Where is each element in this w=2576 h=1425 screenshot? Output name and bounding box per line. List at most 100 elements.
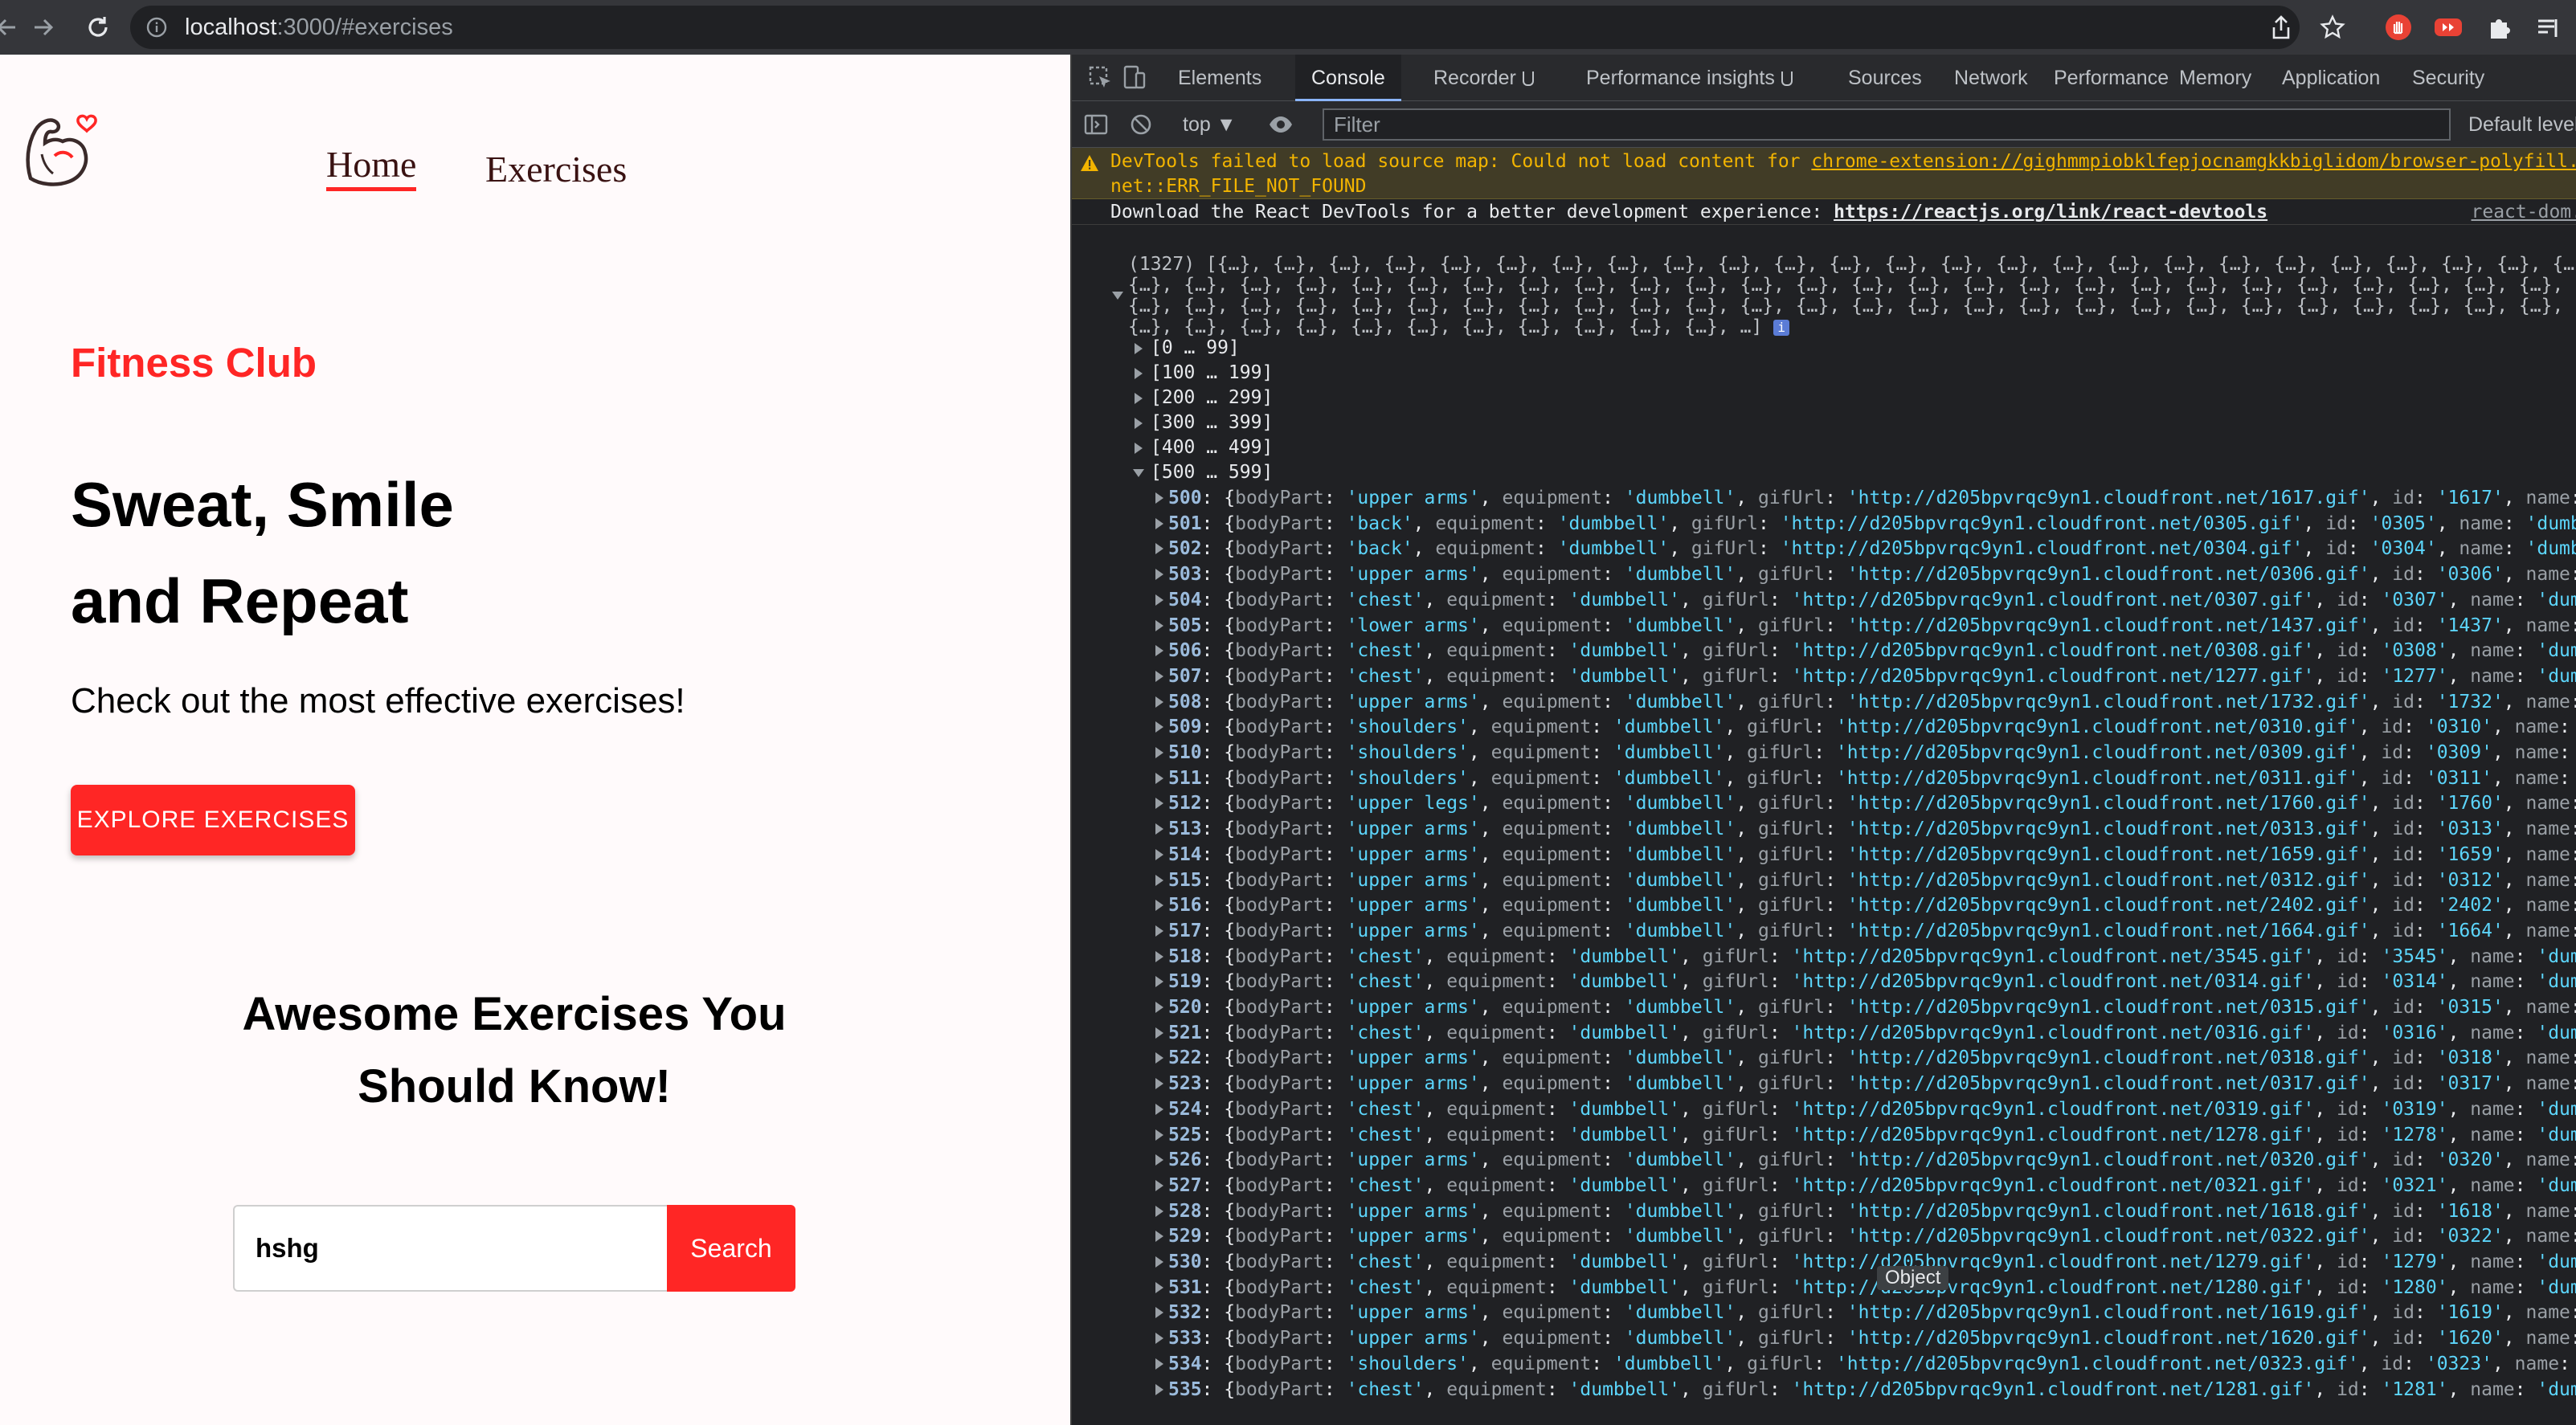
range-500-599[interactable]: [500 … 599] <box>1151 460 1273 485</box>
expand-object-icon[interactable] <box>1155 950 1163 962</box>
tab-security[interactable]: Security <box>2396 55 2500 101</box>
console-object-row[interactable]: 515: {bodyPart: 'upper arms', equipment:… <box>1072 868 2576 893</box>
device-toolbar-icon[interactable] <box>1122 65 1147 91</box>
tab-elements[interactable]: Elements <box>1162 55 1278 101</box>
console-object-row[interactable]: 513: {bodyPart: 'upper arms', equipment:… <box>1072 816 2576 842</box>
expand-object-icon[interactable] <box>1155 823 1163 835</box>
expand-object-icon[interactable] <box>1155 1103 1163 1115</box>
console-object-row[interactable]: 535: {bodyPart: 'chest', equipment: 'dum… <box>1072 1377 2576 1403</box>
tab-network[interactable]: Network <box>1938 55 2044 101</box>
reload-button[interactable] <box>77 6 119 48</box>
console-object-row[interactable]: 510: {bodyPart: 'shoulders', equipment: … <box>1072 740 2576 766</box>
sidebar-toggle-icon[interactable] <box>1083 112 1109 137</box>
expand-range-icon[interactable] <box>1135 368 1143 379</box>
range-400-499[interactable]: [400 … 499] <box>1151 435 1273 460</box>
console-object-row[interactable]: 527: {bodyPart: 'chest', equipment: 'dum… <box>1072 1173 2576 1198</box>
console-object-row[interactable]: 508: {bodyPart: 'upper arms', equipment:… <box>1072 689 2576 715</box>
range-200-299[interactable]: [200 … 299] <box>1151 386 1273 410</box>
range-300-399[interactable]: [300 … 399] <box>1151 410 1273 435</box>
range-100-199[interactable]: [100 … 199] <box>1151 361 1273 386</box>
live-expression-eye-icon[interactable] <box>1268 112 1294 137</box>
console-object-row[interactable]: 528: {bodyPart: 'upper arms', equipment:… <box>1072 1198 2576 1224</box>
console-object-row[interactable]: 534: {bodyPart: 'shoulders', equipment: … <box>1072 1351 2576 1377</box>
tab-performance-insights[interactable]: Performance insights <box>1570 55 1809 101</box>
console-object-row[interactable]: 507: {bodyPart: 'chest', equipment: 'dum… <box>1072 664 2576 689</box>
address-bar[interactable]: localhost:3000/#exercises <box>130 6 2300 49</box>
console-object-row[interactable]: 517: {bodyPart: 'upper arms', equipment:… <box>1072 918 2576 944</box>
expand-object-icon[interactable] <box>1155 1256 1163 1268</box>
extensions-button[interactable] <box>2483 10 2517 44</box>
tab-sources[interactable]: Sources <box>1832 55 1938 101</box>
console-object-row[interactable]: 503: {bodyPart: 'upper arms', equipment:… <box>1072 561 2576 587</box>
expand-object-icon[interactable] <box>1155 925 1163 937</box>
expand-range-icon[interactable] <box>1135 418 1143 429</box>
console-object-row[interactable]: 518: {bodyPart: 'chest', equipment: 'dum… <box>1072 944 2576 970</box>
console-object-row[interactable]: 524: {bodyPart: 'chest', equipment: 'dum… <box>1072 1096 2576 1122</box>
array-preview-line1[interactable]: (1327) [{…}, {…}, {…}, {…}, {…}, {…}, {…… <box>1128 254 2576 275</box>
range-0-99[interactable]: [0 … 99] <box>1151 336 1240 361</box>
share-button[interactable] <box>2264 10 2298 44</box>
exercise-search-input[interactable] <box>233 1205 669 1292</box>
expand-object-icon[interactable] <box>1155 874 1163 886</box>
expand-object-icon[interactable] <box>1155 721 1163 733</box>
expand-object-icon[interactable] <box>1155 492 1163 504</box>
expand-object-icon[interactable] <box>1155 1383 1163 1395</box>
console-filter-input[interactable]: Filter <box>1323 108 2451 141</box>
console-object-row[interactable]: 520: {bodyPart: 'upper arms', equipment:… <box>1072 994 2576 1020</box>
log-levels-dropdown[interactable]: Default levels <box>2468 101 2576 148</box>
expand-object-icon[interactable] <box>1155 670 1163 682</box>
tab-application[interactable]: Application <box>2266 55 2396 101</box>
expand-object-icon[interactable] <box>1155 1231 1163 1243</box>
console-object-row[interactable]: 506: {bodyPart: 'chest', equipment: 'dum… <box>1072 638 2576 664</box>
console-object-row[interactable]: 505: {bodyPart: 'lower arms', equipment:… <box>1072 613 2576 639</box>
collapse-array-icon[interactable] <box>1112 292 1123 300</box>
message-source-link[interactable]: react-dom. <box>2472 199 2576 225</box>
tab-recorder[interactable]: Recorder <box>1417 55 1550 101</box>
expand-range-icon[interactable] <box>1135 393 1143 404</box>
expand-object-icon[interactable] <box>1155 1281 1163 1293</box>
expand-object-icon[interactable] <box>1155 1154 1163 1166</box>
expand-range-icon[interactable] <box>1135 443 1143 454</box>
expand-object-icon[interactable] <box>1155 1027 1163 1039</box>
url-text[interactable]: localhost:3000/#exercises <box>185 6 453 49</box>
expand-object-icon[interactable] <box>1155 1179 1163 1191</box>
expand-object-icon[interactable] <box>1155 1205 1163 1217</box>
expand-object-icon[interactable] <box>1155 848 1163 860</box>
console-object-row[interactable]: 526: {bodyPart: 'upper arms', equipment:… <box>1072 1147 2576 1173</box>
console-object-row[interactable]: 523: {bodyPart: 'upper arms', equipment:… <box>1072 1071 2576 1096</box>
console-object-row[interactable]: 521: {bodyPart: 'chest', equipment: 'dum… <box>1072 1020 2576 1046</box>
console-object-row[interactable]: 532: {bodyPart: 'upper arms', equipment:… <box>1072 1300 2576 1325</box>
console-object-row[interactable]: 533: {bodyPart: 'upper arms', equipment:… <box>1072 1325 2576 1351</box>
javascript-context-select[interactable]: top ▼ <box>1183 101 1236 148</box>
expand-object-icon[interactable] <box>1155 569 1163 581</box>
expand-object-icon[interactable] <box>1155 1078 1163 1090</box>
expand-object-icon[interactable] <box>1155 1358 1163 1370</box>
search-button[interactable]: Search <box>667 1205 795 1292</box>
expand-object-icon[interactable] <box>1155 543 1163 555</box>
inspect-element-icon[interactable] <box>1088 65 1114 91</box>
react-devtools-link[interactable]: https://reactjs.org/link/react-devtools <box>1834 202 2267 223</box>
console-object-row[interactable]: 531: {bodyPart: 'chest', equipment: 'dum… <box>1072 1275 2576 1300</box>
console-object-row[interactable]: 501: {bodyPart: 'back', equipment: 'dumb… <box>1072 511 2576 537</box>
clear-console-icon[interactable] <box>1128 112 1154 137</box>
expand-object-icon[interactable] <box>1155 696 1163 708</box>
expand-object-icon[interactable] <box>1155 798 1163 810</box>
expand-object-icon[interactable] <box>1155 772 1163 784</box>
console-object-row[interactable]: 514: {bodyPart: 'upper arms', equipment:… <box>1072 842 2576 868</box>
extension-red-hand[interactable] <box>2382 10 2415 44</box>
expand-object-icon[interactable] <box>1155 594 1163 606</box>
collapse-range-icon[interactable] <box>1133 469 1144 477</box>
expand-object-icon[interactable] <box>1155 1002 1163 1013</box>
bookmark-button[interactable] <box>2316 10 2349 44</box>
nav-home-link[interactable]: Home <box>326 143 417 191</box>
expand-object-icon[interactable] <box>1155 1129 1163 1141</box>
console-object-row[interactable]: 504: {bodyPart: 'chest', equipment: 'dum… <box>1072 587 2576 613</box>
warning-source-link[interactable]: chrome-extension://gighmmpiobklfepjocnam… <box>1811 151 2576 172</box>
console-object-row[interactable]: 522: {bodyPart: 'upper arms', equipment:… <box>1072 1045 2576 1071</box>
tab-memory[interactable]: Memory <box>2163 55 2267 101</box>
explore-exercises-button[interactable]: EXPLORE EXERCISES <box>71 785 355 855</box>
console-object-row[interactable]: 509: {bodyPart: 'shoulders', equipment: … <box>1072 714 2576 740</box>
nav-exercises-link[interactable]: Exercises <box>485 148 627 190</box>
expand-object-icon[interactable] <box>1155 900 1163 912</box>
console-object-row[interactable]: 525: {bodyPart: 'chest', equipment: 'dum… <box>1072 1122 2576 1148</box>
